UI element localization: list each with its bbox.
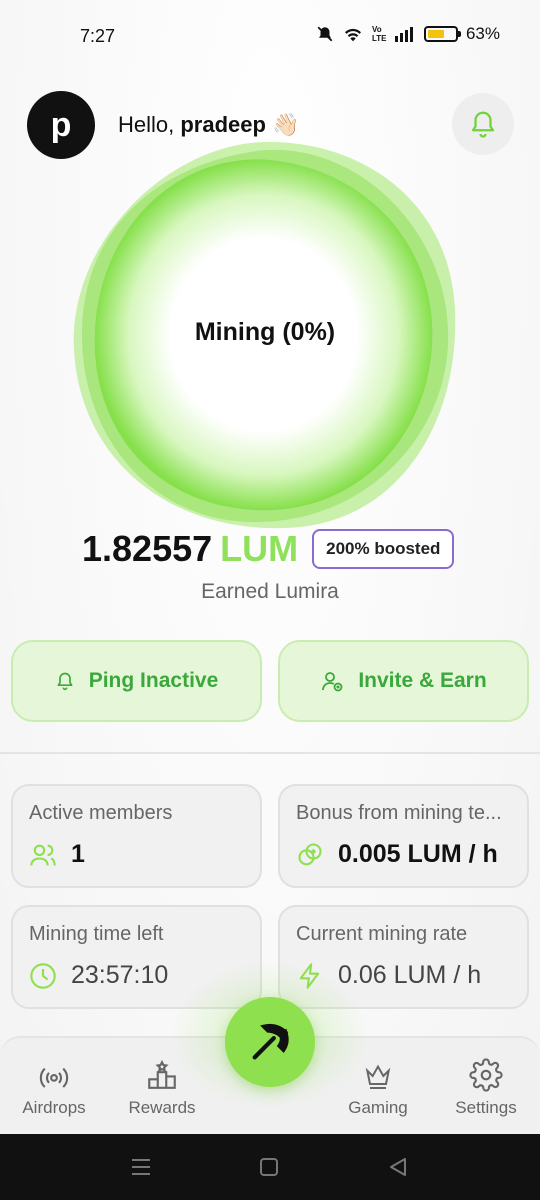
gear-icon: [469, 1058, 503, 1092]
back-icon[interactable]: [387, 1156, 409, 1178]
nav-label: Airdrops: [22, 1098, 86, 1117]
nav-settings[interactable]: Settings: [436, 1058, 536, 1118]
card-title: Mining time left: [29, 923, 164, 945]
status-time: 7:27: [80, 26, 116, 46]
home-icon[interactable]: [259, 1156, 279, 1178]
balance-value: 1.82557: [82, 528, 213, 569]
invite-earn-button[interactable]: Invite & Earn: [278, 640, 529, 722]
bell-icon: [57, 672, 73, 691]
app-screen: 7:27 Vo LTE 63% p Hello, pradeep 👋🏻 Mini…: [0, 0, 540, 1200]
battery-icon: [423, 26, 461, 42]
invite-label: Invite & Earn: [358, 669, 487, 692]
menu-icon[interactable]: [130, 1156, 152, 1178]
volte-label: Vo LTE: [371, 25, 387, 43]
balance-row: 1.82557 LUM 200% boosted: [82, 528, 455, 570]
members-icon: [30, 844, 56, 866]
status-bar: 7:27 Vo LTE 63%: [0, 0, 540, 72]
mute-bell-icon: [317, 26, 333, 42]
card-title: Current mining rate: [296, 923, 468, 945]
boost-badge[interactable]: 200% boosted: [312, 529, 455, 569]
mine-button[interactable]: [225, 997, 315, 1087]
card-value: 0.005 LUM / h: [338, 840, 498, 868]
add-user-icon: [322, 672, 343, 692]
coins-icon: [298, 842, 322, 865]
system-navigation-bar: [0, 1134, 540, 1200]
ping-label: Ping Inactive: [88, 669, 219, 692]
balance-unit: LUM: [220, 528, 299, 569]
card-title: Bonus from mining te...: [296, 802, 502, 824]
card-value: 1: [71, 840, 85, 868]
signal-icon: [394, 27, 413, 42]
card-value: 23:57:10: [71, 961, 169, 989]
earned-label: Earned Lumira: [201, 580, 339, 603]
pickaxe-icon: [252, 1023, 289, 1060]
mining-team-bonus-card[interactable]: Bonus from mining te... 0.005 LUM / h: [278, 784, 529, 888]
mining-status: Mining (0%): [194, 318, 336, 346]
divider: [0, 752, 540, 754]
nav-label: Settings: [455, 1098, 517, 1117]
broadcast-icon: [39, 1067, 69, 1088]
ping-inactive-button[interactable]: Ping Inactive: [11, 640, 262, 722]
wifi-icon: [344, 28, 361, 42]
card-value: 0.06 LUM / h: [338, 961, 482, 989]
bell-icon: [471, 111, 495, 138]
crown-icon: [365, 1064, 391, 1089]
podium-icon: [148, 1059, 176, 1089]
active-members-card[interactable]: Active members 1: [11, 784, 262, 888]
battery-percent: 63%: [465, 24, 500, 43]
nav-label: Gaming: [348, 1098, 408, 1117]
nav-airdrops[interactable]: Airdrops: [4, 1058, 104, 1118]
clock-icon: [30, 962, 56, 989]
status-icons: Vo LTE 63%: [316, 24, 500, 44]
card-title: Active members: [29, 802, 173, 824]
nav-label: Rewards: [128, 1098, 196, 1117]
